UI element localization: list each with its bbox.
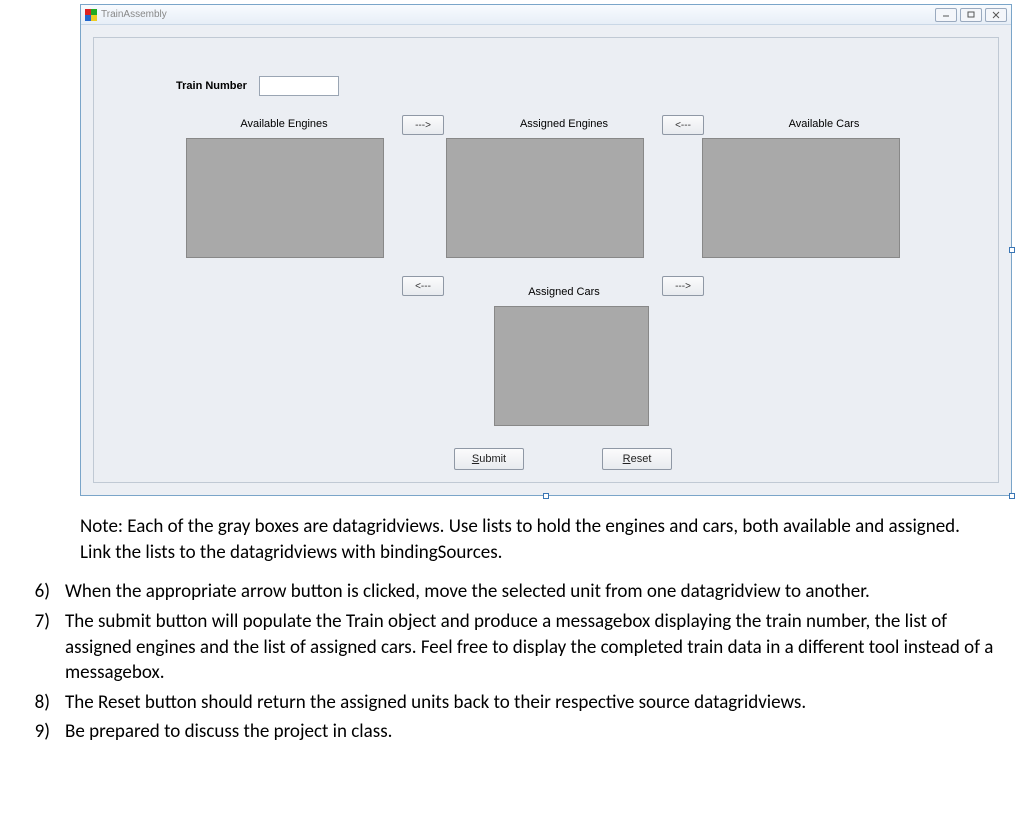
reset-button-label: Reset xyxy=(623,453,652,465)
app-icon xyxy=(85,9,97,21)
resize-handle-right-icon[interactable] xyxy=(1009,247,1015,253)
client-area: Train Number Available Engines Assigned … xyxy=(81,25,1011,495)
available-engines-grid[interactable] xyxy=(186,138,384,258)
list-item-text: The submit button will populate the Trai… xyxy=(65,609,994,686)
submit-button[interactable]: Submit xyxy=(454,448,524,470)
assigned-engines-grid[interactable] xyxy=(446,138,644,258)
move-car-left-button[interactable]: <--- xyxy=(662,115,704,135)
document-text: Note: Each of the gray boxes are datagri… xyxy=(0,504,1024,745)
assigned-engines-label: Assigned Engines xyxy=(474,118,654,130)
list-item-number: 6) xyxy=(33,579,65,605)
train-number-label: Train Number xyxy=(176,80,247,92)
list-item: 7) The submit button will populate the T… xyxy=(80,609,994,686)
list-item-text: When the appropriate arrow button is cli… xyxy=(65,579,994,605)
assigned-cars-grid[interactable] xyxy=(494,306,649,426)
window-controls xyxy=(935,8,1007,22)
list-item-text: Be prepared to discuss the project in cl… xyxy=(65,719,994,745)
reset-button[interactable]: Reset xyxy=(602,448,672,470)
form-panel: Train Number Available Engines Assigned … xyxy=(93,37,999,483)
maximize-button[interactable] xyxy=(960,8,982,22)
list-item: 9) Be prepared to discuss the project in… xyxy=(80,719,994,745)
list-item-text: The Reset button should return the assig… xyxy=(65,690,994,716)
minimize-icon xyxy=(941,11,951,19)
list-item: 8) The Reset button should return the as… xyxy=(80,690,994,716)
train-number-input[interactable] xyxy=(259,76,339,96)
maximize-icon xyxy=(966,11,976,19)
list-item-number: 7) xyxy=(33,609,65,686)
submit-button-label: Submit xyxy=(472,453,506,465)
available-cars-label: Available Cars xyxy=(734,118,914,130)
minimize-button[interactable] xyxy=(935,8,957,22)
titlebar: TrainAssembly xyxy=(81,5,1011,25)
assigned-cars-label: Assigned Cars xyxy=(474,286,654,298)
list-item: 6) When the appropriate arrow button is … xyxy=(80,579,994,605)
available-cars-grid[interactable] xyxy=(702,138,900,258)
note-paragraph: Note: Each of the gray boxes are datagri… xyxy=(80,514,994,565)
app-window: TrainAssembly Train Number xyxy=(80,4,1012,496)
move-engine-left-button[interactable]: <--- xyxy=(402,276,444,296)
move-car-right-button[interactable]: ---> xyxy=(662,276,704,296)
resize-handle-corner-icon[interactable] xyxy=(1009,493,1015,499)
close-button[interactable] xyxy=(985,8,1007,22)
instruction-list: 6) When the appropriate arrow button is … xyxy=(80,579,994,745)
window-title: TrainAssembly xyxy=(101,9,167,20)
move-engine-right-button[interactable]: ---> xyxy=(402,115,444,135)
available-engines-label: Available Engines xyxy=(194,118,374,130)
list-item-number: 8) xyxy=(33,690,65,716)
list-item-number: 9) xyxy=(33,719,65,745)
close-icon xyxy=(991,11,1001,19)
resize-handle-bottom-icon[interactable] xyxy=(543,493,549,499)
